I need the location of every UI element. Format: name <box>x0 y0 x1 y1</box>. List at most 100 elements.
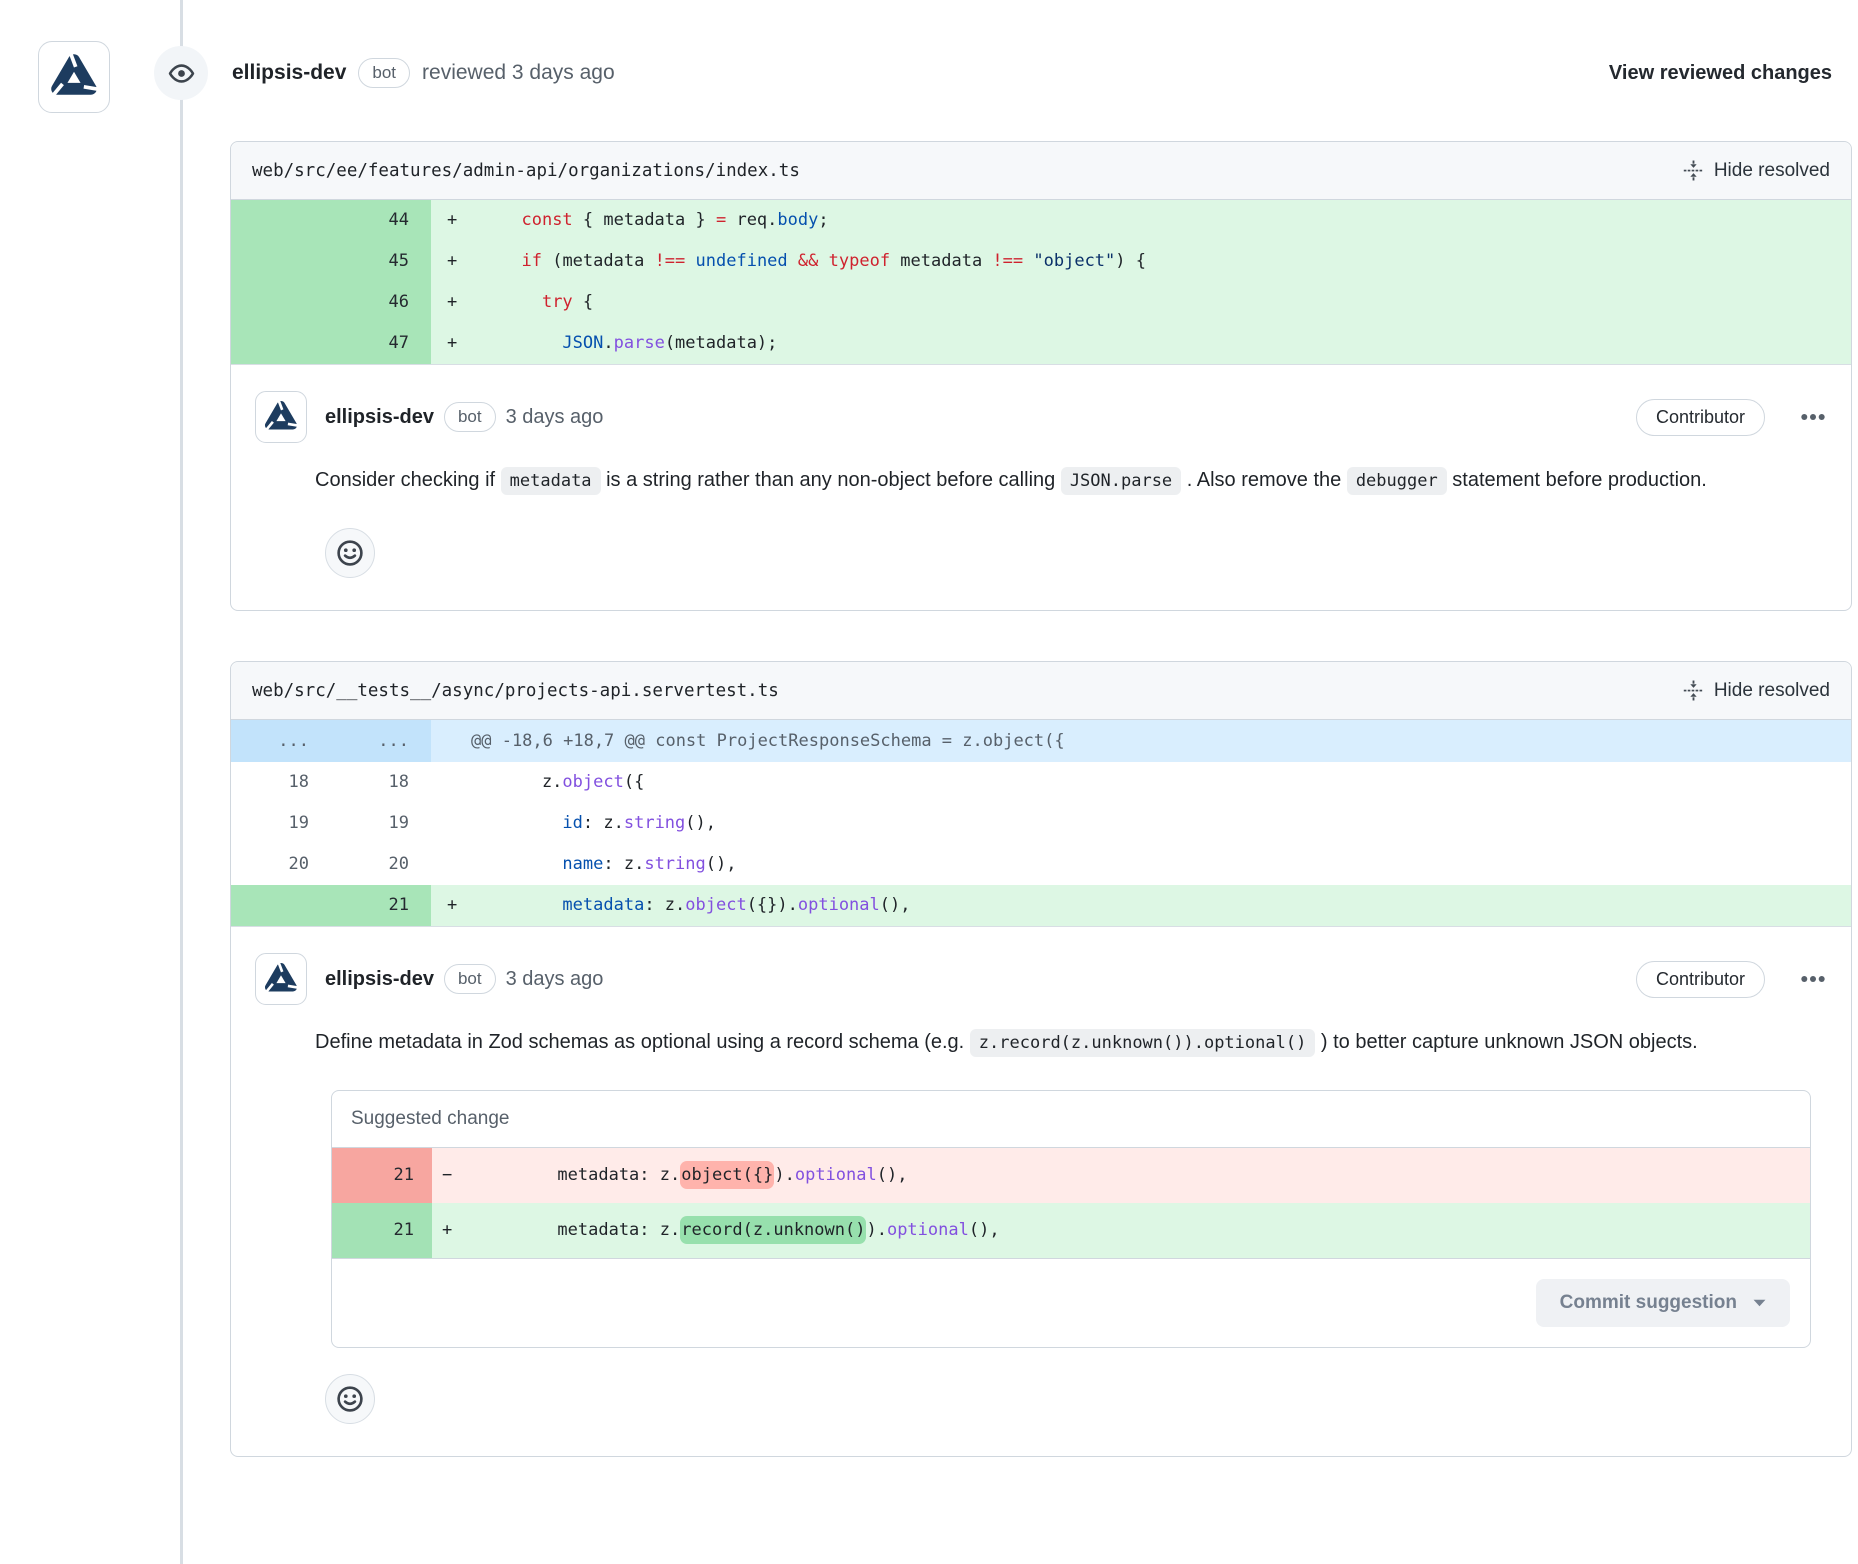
hide-resolved-label: Hide resolved <box>1714 680 1830 702</box>
line-number-old[interactable]: 18 <box>231 762 331 803</box>
kebab-menu-button[interactable] <box>1801 412 1825 422</box>
line-number-old[interactable] <box>231 885 331 926</box>
code-token: if <box>521 251 541 271</box>
code-token: z. <box>501 772 562 792</box>
code-token: ). <box>866 1220 886 1240</box>
code-token <box>501 895 562 915</box>
line-number-old[interactable] <box>231 200 331 241</box>
line-number-old[interactable] <box>231 323 331 364</box>
diff-row: 47+ JSON.parse(metadata); <box>231 323 1851 364</box>
line-number-new[interactable]: 46 <box>331 282 431 323</box>
code-token: object <box>685 895 746 915</box>
contributor-badge[interactable]: Contributor <box>1636 961 1765 998</box>
line-number-new[interactable]: 47 <box>331 323 431 364</box>
suggestion-title: Suggested change <box>332 1091 1810 1148</box>
comment-time[interactable]: 3 days ago <box>506 406 604 429</box>
code-token: optional <box>795 1165 877 1185</box>
comment-time[interactable]: 3 days ago <box>506 968 604 991</box>
review-comment: ellipsis-dev bot 3 days ago Contributor … <box>231 365 1851 610</box>
bot-badge: bot <box>358 58 410 88</box>
hide-resolved-button[interactable]: Hide resolved <box>1683 680 1830 702</box>
code-line: try { <box>501 282 1851 323</box>
line-number-new[interactable]: 20 <box>331 844 431 885</box>
code-token: @@ -18,6 +18,7 @@ const ProjectResponseS… <box>471 731 1065 751</box>
code-token: parse <box>614 333 665 353</box>
line-number[interactable]: 21 <box>332 1203 432 1258</box>
comment-author[interactable]: ellipsis-dev <box>325 968 434 991</box>
file-path[interactable]: web/src/ee/features/admin-api/organizati… <box>252 161 800 181</box>
code-token <box>1023 251 1033 271</box>
diff-table: 44+ const { metadata } = req.body;45+ if… <box>231 200 1851 365</box>
emoji-reaction-button[interactable] <box>325 1374 375 1424</box>
caret-down-icon <box>1753 1299 1766 1307</box>
emoji-reaction-button[interactable] <box>325 528 375 578</box>
code-token: optional <box>887 1220 969 1240</box>
code-token <box>788 251 798 271</box>
bot-badge: bot <box>444 964 496 994</box>
review-action-text: reviewed 3 days ago <box>422 61 615 85</box>
line-number-new[interactable]: 44 <box>331 200 431 241</box>
diff-row: 1919 id: z.string(), <box>231 803 1851 844</box>
commit-suggestion-button[interactable]: Commit suggestion <box>1536 1279 1790 1327</box>
diff-row: 1818 z.object({ <box>231 762 1851 803</box>
line-number-old[interactable]: ... <box>231 720 331 762</box>
diff-sign: + <box>431 282 501 323</box>
code-token: ; <box>818 210 828 230</box>
code-line: id: z.string(), <box>501 803 1851 844</box>
reviewer-avatar[interactable] <box>38 41 110 113</box>
line-number-old[interactable] <box>231 282 331 323</box>
code-token: (), <box>880 895 911 915</box>
review-event-badge <box>154 46 208 100</box>
comment-text: Define metadata in Zod schemas as option… <box>315 1031 970 1053</box>
line-number[interactable]: 21 <box>332 1148 432 1203</box>
code-token: id <box>562 813 582 833</box>
code-token: metadata: z. <box>496 1165 680 1185</box>
code-token: object <box>562 772 623 792</box>
code-line: metadata: z.object({}).optional(), <box>501 885 1851 926</box>
code-token: (), <box>969 1220 1000 1240</box>
code-token: const <box>521 210 572 230</box>
code-line: JSON.parse(metadata); <box>501 323 1851 364</box>
line-number-old[interactable] <box>231 241 331 282</box>
suggestion-block: Suggested change 21− metadata: z.object(… <box>331 1090 1811 1348</box>
kebab-menu-button[interactable] <box>1801 974 1825 984</box>
code-token: JSON <box>562 333 603 353</box>
contributor-badge[interactable]: Contributor <box>1636 399 1765 436</box>
line-number-old[interactable]: 19 <box>231 803 331 844</box>
code-token: (), <box>685 813 716 833</box>
code-token: . <box>603 333 613 353</box>
review-thread-card: web/src/ee/features/admin-api/organizati… <box>230 141 1852 611</box>
hide-resolved-button[interactable]: Hide resolved <box>1683 160 1830 182</box>
line-number-new[interactable]: 18 <box>331 762 431 803</box>
reviewer-name[interactable]: ellipsis-dev <box>232 61 346 85</box>
file-header: web/src/__tests__/async/projects-api.ser… <box>231 662 1851 720</box>
code-token: try <box>542 292 573 312</box>
code-token: string <box>644 854 705 874</box>
code-token: ) { <box>1115 251 1146 271</box>
diff-sign: − <box>432 1148 496 1203</box>
line-number-new[interactable]: 21 <box>331 885 431 926</box>
view-reviewed-changes-link[interactable]: View reviewed changes <box>1609 48 1832 98</box>
file-path[interactable]: web/src/__tests__/async/projects-api.ser… <box>252 681 779 701</box>
inline-code: metadata <box>501 467 601 495</box>
code-token <box>685 251 695 271</box>
comment-author[interactable]: ellipsis-dev <box>325 406 434 429</box>
code-token: (), <box>877 1165 908 1185</box>
suggestion-diff: 21− metadata: z.object({}).optional(),21… <box>332 1148 1810 1258</box>
code-token <box>501 292 542 312</box>
fold-icon <box>1683 680 1704 701</box>
smiley-icon <box>336 539 364 567</box>
inline-code: debugger <box>1347 467 1447 495</box>
code-token <box>818 251 828 271</box>
comment-avatar[interactable] <box>255 391 307 443</box>
review-thread-card: web/src/__tests__/async/projects-api.ser… <box>230 661 1852 1457</box>
comment-avatar[interactable] <box>255 953 307 1005</box>
line-number-new[interactable]: 19 <box>331 803 431 844</box>
code-token <box>501 251 521 271</box>
line-number-old[interactable]: 20 <box>231 844 331 885</box>
diff-sign: + <box>431 885 501 926</box>
line-number-new[interactable]: ... <box>331 720 431 762</box>
line-number-new[interactable]: 45 <box>331 241 431 282</box>
ellipsis-logo-icon <box>47 50 101 104</box>
code-line: if (metadata !== undefined && typeof met… <box>501 241 1851 282</box>
